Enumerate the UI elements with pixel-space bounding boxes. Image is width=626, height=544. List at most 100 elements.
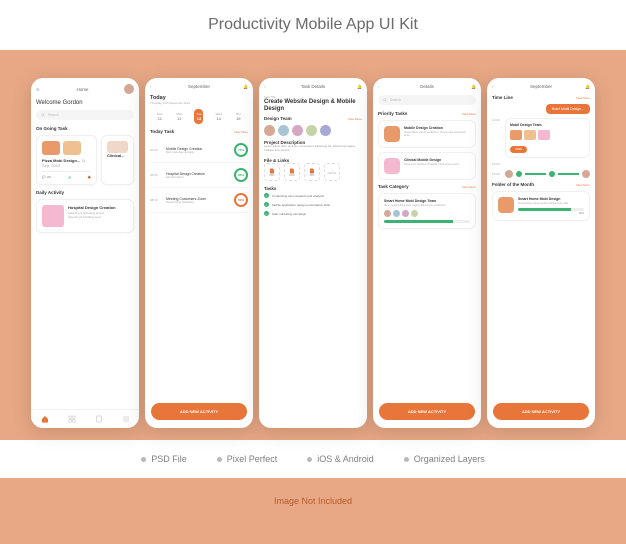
chart-icon: 📊: [68, 175, 71, 179]
folder-card[interactable]: Smart Home Mobi Design Suspendisse variu…: [492, 191, 590, 221]
back-icon[interactable]: ‹: [492, 84, 497, 89]
section-daily: Daily Activity: [36, 190, 64, 195]
screen-home: ☰ Home Welcome Gordon Search On Going Ta…: [31, 78, 139, 428]
timeline-time: 12:00: [492, 118, 502, 122]
view-more-link[interactable]: View More: [576, 96, 590, 100]
bell-icon[interactable]: 🔔: [585, 84, 590, 89]
task-check-row[interactable]: ✓Mobile application design presentation …: [264, 200, 362, 209]
tl-card-title: Mobil Design Team: [510, 123, 585, 127]
header-title: Task Details: [301, 84, 325, 89]
nav-clipboard-icon[interactable]: [95, 415, 103, 423]
task-thumbnail: [63, 141, 81, 155]
tl-thumbnail: [524, 130, 536, 140]
task-thumbnail: [107, 141, 128, 153]
view-more-link[interactable]: View More: [576, 183, 590, 187]
today-task-row[interactable]: 08:30 Meeting Customers ZoomDesign Photo…: [150, 188, 248, 213]
nav-home-icon[interactable]: [41, 415, 49, 423]
screen-calendar: ‹ September 🔔 Today Thursday, 12th Septe…: [145, 78, 253, 428]
screen-task-details: ‹ Task Details 🔔 Task Title Create Websi…: [259, 78, 367, 428]
header-title: Home: [76, 87, 88, 92]
folder-title: Smart Home Mobi Design: [518, 197, 584, 201]
section-timeline: Time Line: [492, 95, 513, 100]
footnote: Image Not Included: [274, 478, 352, 524]
file-jpg[interactable]: JPG: [304, 163, 320, 181]
header-title: Details: [420, 84, 434, 89]
timeline-time: 14:00: [492, 172, 502, 176]
date-item-active[interactable]: Tue13: [194, 109, 203, 124]
back-icon[interactable]: ‹: [264, 84, 269, 89]
timeline-card[interactable]: Mobil Design Team OPEN: [505, 118, 590, 158]
feature-item: PSD File: [141, 454, 187, 464]
view-more-link[interactable]: View More: [234, 130, 248, 134]
view-more-link[interactable]: View More: [348, 117, 362, 121]
smart-avatars: [384, 210, 470, 217]
bell-icon[interactable]: 🔔: [357, 84, 362, 89]
progress-ring: 75%: [234, 143, 248, 157]
open-button[interactable]: OPEN: [510, 146, 527, 153]
today-task-row[interactable]: 08:00 Hospital Design CreationAdd illust…: [150, 163, 248, 188]
ongoing-card-1[interactable]: Pizza Mobi Design... 31 Sep. 2023 💬 150 …: [36, 135, 97, 185]
folder-thumbnail: [498, 197, 514, 213]
view-more-link[interactable]: View More: [462, 185, 476, 189]
progress-ring: 50%: [234, 193, 248, 207]
search-input[interactable]: Search: [36, 110, 134, 120]
user-avatar[interactable]: [124, 84, 134, 94]
priority-thumbnail: [384, 126, 400, 142]
priority-task-card[interactable]: Clinical Mobile DesignTempus ac faucibus…: [378, 152, 476, 180]
avatar[interactable]: [292, 125, 303, 136]
task-check-row[interactable]: ✓Conducting user research and analysis: [264, 191, 362, 200]
date-item[interactable]: Wed14: [214, 109, 224, 124]
task-thumbnail: [42, 141, 60, 155]
daily-activity-card[interactable]: Hospital Design Creation Selecting & upl…: [36, 199, 134, 233]
msg-count: 💬 150: [42, 175, 51, 179]
menu-icon[interactable]: ☰: [36, 87, 41, 92]
file-add[interactable]: +Add File: [324, 163, 340, 181]
avatar[interactable]: [320, 125, 331, 136]
file-doc[interactable]: DOC: [284, 163, 300, 181]
add-activity-button[interactable]: ADD NEW ACTIVITY: [493, 403, 589, 420]
avatar[interactable]: [306, 125, 317, 136]
date-item[interactable]: Sun11: [155, 109, 164, 124]
today-task-row[interactable]: 07:00 Mobile Design CreationStart market…: [150, 138, 248, 163]
phones-row: ☰ Home Welcome Gordon Search On Going Ta…: [17, 50, 609, 440]
avatar[interactable]: [278, 125, 289, 136]
bell-icon[interactable]: 🔔: [243, 84, 248, 89]
timeline-progress: 14:00: [492, 170, 590, 178]
file-pdf[interactable]: PDF: [264, 163, 280, 181]
avatar[interactable]: [402, 210, 409, 217]
feature-item: iOS & Android: [307, 454, 374, 464]
add-activity-button[interactable]: ADD NEW ACTIVITY: [379, 403, 475, 420]
bell-icon[interactable]: 🔔: [471, 84, 476, 89]
avatar[interactable]: [393, 210, 400, 217]
activity-thumbnail: [42, 205, 64, 227]
date-picker: Sun11 Mon12 Tue13 Wed14 Thu15: [150, 109, 248, 124]
feature-item: Pixel Perfect: [217, 454, 278, 464]
avatar[interactable]: [411, 210, 418, 217]
avatar[interactable]: [264, 125, 275, 136]
task-check-row[interactable]: ✓Start marketing campaign: [264, 209, 362, 218]
view-more-link[interactable]: View More: [462, 112, 476, 116]
date-item[interactable]: Thu15: [234, 109, 243, 124]
back-icon[interactable]: ‹: [150, 84, 155, 89]
search-placeholder: Search: [390, 98, 401, 102]
check-icon: ✓: [264, 211, 269, 216]
priority-task-card[interactable]: Mobile Design CreationSuspendisse varius…: [378, 120, 476, 148]
date-item[interactable]: Mon12: [174, 109, 184, 124]
avatar[interactable]: [384, 210, 391, 217]
tl-thumbnail: [538, 130, 550, 140]
smart-home-card[interactable]: Smart Home Mobi Design Team Nunc, suspen…: [378, 193, 476, 229]
tl-avatar: [505, 170, 513, 178]
search-input[interactable]: Search: [378, 95, 476, 105]
nav-menu-icon[interactable]: [122, 415, 130, 423]
search-placeholder: Search: [48, 113, 59, 117]
activity-sub: Selecting & installing icons: [68, 215, 116, 219]
team-avatars: [264, 125, 362, 136]
priority-thumbnail: [384, 158, 400, 174]
timeline-tag[interactable]: Hotel Mobil Design...: [546, 104, 590, 114]
send-icon: 📤: [88, 175, 91, 179]
task-title: Create Website Design & Mobile Design: [264, 99, 362, 113]
ongoing-card-2[interactable]: Clinical...: [101, 135, 134, 185]
add-activity-button[interactable]: ADD NEW ACTIVITY: [151, 403, 247, 420]
nav-apps-icon[interactable]: [68, 415, 76, 423]
back-icon[interactable]: ‹: [378, 84, 383, 89]
